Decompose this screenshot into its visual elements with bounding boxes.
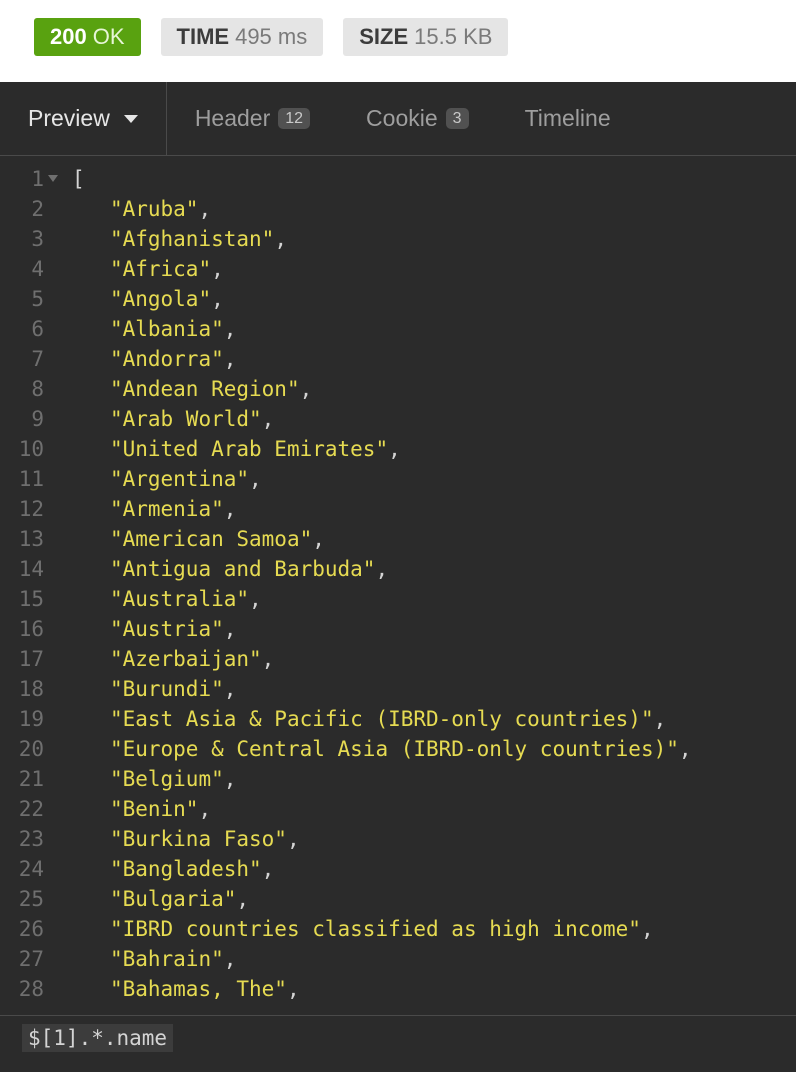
http-status-pill: 200 OK [34, 18, 141, 56]
time-value: 495 ms [235, 26, 307, 48]
code-line: "Argentina", [72, 464, 796, 494]
code-line: "Angola", [72, 284, 796, 314]
size-pill: SIZE 15.5 KB [343, 18, 508, 56]
line-number: 17 [0, 644, 44, 674]
line-number: 4 [0, 254, 44, 284]
line-number: 18 [0, 674, 44, 704]
line-number: 28 [0, 974, 44, 1004]
code-line: "Antigua and Barbuda", [72, 554, 796, 584]
tab-timeline-label: Timeline [525, 105, 611, 132]
line-number: 5 [0, 284, 44, 314]
line-number: 6 [0, 314, 44, 344]
time-pill: TIME 495 ms [161, 18, 324, 56]
tab-preview-label: Preview [28, 105, 110, 132]
code-line: "Bulgaria", [72, 884, 796, 914]
fold-icon[interactable] [48, 175, 58, 182]
code-line: "Australia", [72, 584, 796, 614]
tab-header-badge: 12 [278, 108, 310, 129]
line-number: 26 [0, 914, 44, 944]
line-number: 12 [0, 494, 44, 524]
query-bar: $[1].*.name [0, 1015, 796, 1072]
line-number: 11 [0, 464, 44, 494]
code-line: "Arab World", [72, 404, 796, 434]
line-number: 1 [0, 164, 44, 194]
status-bar: 200 OK TIME 495 ms SIZE 15.5 KB [0, 0, 796, 82]
code-line: "Albania", [72, 314, 796, 344]
code-line: "Austria", [72, 614, 796, 644]
line-number: 2 [0, 194, 44, 224]
http-status-code: 200 [50, 26, 87, 48]
tab-cookie-badge: 3 [446, 108, 469, 129]
code-line: "Bangladesh", [72, 854, 796, 884]
code-line: "East Asia & Pacific (IBRD-only countrie… [72, 704, 796, 734]
code-line: "Andorra", [72, 344, 796, 374]
line-number: 13 [0, 524, 44, 554]
response-tabs: Preview Header 12 Cookie 3 Timeline [0, 82, 796, 156]
line-number: 8 [0, 374, 44, 404]
code-line: "Burkina Faso", [72, 824, 796, 854]
tab-timeline[interactable]: Timeline [497, 82, 639, 155]
line-number: 22 [0, 794, 44, 824]
code-line: "Afghanistan", [72, 224, 796, 254]
tab-preview[interactable]: Preview [0, 82, 167, 155]
line-number: 16 [0, 614, 44, 644]
line-number: 10 [0, 434, 44, 464]
code-line: "Burundi", [72, 674, 796, 704]
code-line: "Benin", [72, 794, 796, 824]
line-number: 3 [0, 224, 44, 254]
code-line: "Europe & Central Asia (IBRD-only countr… [72, 734, 796, 764]
code-line: "Bahrain", [72, 944, 796, 974]
line-number: 24 [0, 854, 44, 884]
line-number: 21 [0, 764, 44, 794]
line-number: 25 [0, 884, 44, 914]
line-number: 20 [0, 734, 44, 764]
line-number: 7 [0, 344, 44, 374]
code-line: "American Samoa", [72, 524, 796, 554]
line-number: 15 [0, 584, 44, 614]
code-line: "United Arab Emirates", [72, 434, 796, 464]
jsonpath-input[interactable]: $[1].*.name [22, 1024, 173, 1052]
response-panel: Preview Header 12 Cookie 3 Timeline 1234… [0, 82, 796, 1072]
code-line: [ [72, 164, 796, 194]
code-viewer[interactable]: 1234567891011121314151617181920212223242… [0, 156, 796, 1015]
code-line: "Aruba", [72, 194, 796, 224]
code-line: "IBRD countries classified as high incom… [72, 914, 796, 944]
code-body: [ "Aruba", "Afghanistan", "Africa", "Ang… [52, 156, 796, 1015]
line-number: 19 [0, 704, 44, 734]
line-number: 27 [0, 944, 44, 974]
code-line: "Belgium", [72, 764, 796, 794]
line-number: 14 [0, 554, 44, 584]
tab-header[interactable]: Header 12 [167, 82, 338, 155]
size-label: SIZE [359, 26, 408, 48]
code-line: "Azerbaijan", [72, 644, 796, 674]
code-line: "Africa", [72, 254, 796, 284]
code-line: "Armenia", [72, 494, 796, 524]
line-number: 23 [0, 824, 44, 854]
code-line: "Andean Region", [72, 374, 796, 404]
http-status-text: OK [93, 26, 125, 48]
tab-cookie-label: Cookie [366, 105, 438, 132]
code-line: "Bahamas, The", [72, 974, 796, 1004]
tab-cookie[interactable]: Cookie 3 [338, 82, 497, 155]
chevron-down-icon [124, 115, 138, 123]
size-value: 15.5 KB [414, 26, 492, 48]
line-number: 9 [0, 404, 44, 434]
tab-header-label: Header [195, 105, 270, 132]
line-gutter: 1234567891011121314151617181920212223242… [0, 156, 52, 1015]
time-label: TIME [177, 26, 230, 48]
